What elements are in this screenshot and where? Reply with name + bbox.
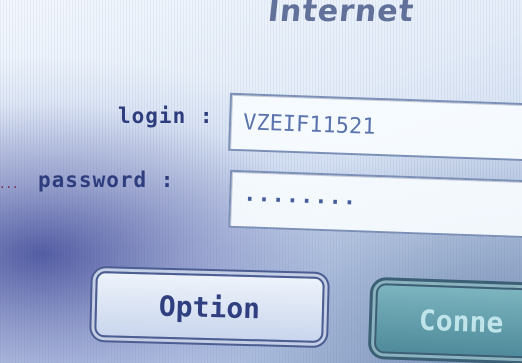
password-label: password : bbox=[38, 168, 175, 192]
connect-button-label: Conne bbox=[418, 303, 504, 340]
option-button[interactable]: Option bbox=[94, 271, 325, 343]
password-field[interactable]: ········ bbox=[228, 169, 522, 239]
login-field[interactable]: VZEIF11521 bbox=[228, 92, 522, 162]
option-button-label: Option bbox=[158, 289, 261, 325]
connect-button[interactable]: Conne bbox=[373, 283, 522, 359]
window-title: Internet bbox=[266, 0, 416, 29]
login-value: VZEIF11521 bbox=[242, 109, 376, 140]
leader-dots: ··· bbox=[0, 180, 20, 196]
login-label: login : bbox=[118, 104, 214, 128]
login-screen: Internet login : VZEIF11521 ··· password… bbox=[0, 0, 522, 363]
password-value: ········ bbox=[242, 186, 358, 216]
